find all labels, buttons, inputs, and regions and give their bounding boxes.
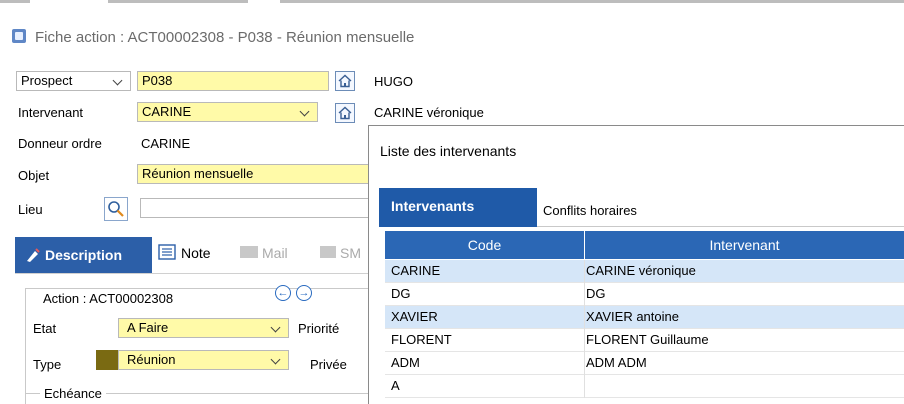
cell-intervenant: ADM ADM [586,355,647,370]
cell-intervenant: CARINE véronique [586,263,696,278]
tab-conflits-horaires[interactable]: Conflits horaires [543,203,637,218]
tab-note-label: Note [181,245,211,261]
prospect-name: HUGO [374,74,413,89]
cell-code: ADM [391,355,420,370]
cell-code: A [391,378,400,393]
echeance-label: Echéance [40,386,106,402]
tab-sms-label: SM [340,245,361,261]
objet-label: Objet [18,168,50,183]
prev-button[interactable]: ← [275,285,291,301]
table-row[interactable]: FLORENT FLORENT Guillaume [385,329,904,352]
donneur-ordre-label: Donneur ordre [18,136,102,151]
column-divider [584,352,585,375]
chevron-down-icon [270,322,282,334]
column-header-intervenant[interactable]: Intervenant [585,231,904,259]
strip-segment [0,0,30,3]
type-select-value: Réunion [127,352,176,367]
prospect-home-button[interactable] [335,71,355,91]
type-label: Type [33,357,62,372]
cell-code: DG [391,286,411,301]
objet-field[interactable]: Réunion mensuelle [137,164,369,184]
intervenant-select-value: CARINE [142,104,192,119]
action-group-title: Action : ACT00002308 [40,291,177,307]
window-title: Fiche action : ACT00002308 - P038 - Réun… [35,29,415,46]
tab-intervenants[interactable]: Intervenants [379,188,537,227]
type-color-swatch [96,350,118,370]
tab-mail-label: Mail [262,245,288,261]
next-button[interactable]: → [296,285,312,301]
cell-code: FLORENT [391,332,452,347]
dialog-title: Liste des intervenants [380,143,517,159]
etat-select-value: A Faire [127,320,169,335]
table-row[interactable]: CARINE CARINE véronique [385,260,904,283]
top-strip [0,0,904,6]
etat-label: Etat [33,321,57,336]
prospect-select[interactable]: Prospect [16,71,131,91]
chevron-down-icon [270,354,282,366]
intervenants-grid: Code Intervenant CARINE CARINE véronique D… [385,231,904,403]
note-icon [158,244,176,260]
cell-intervenant: FLORENT Guillaume [586,332,709,347]
arrow-right-icon: → [298,287,310,299]
intervenant-select[interactable]: CARINE [137,102,318,122]
privee-label: Privée [310,357,347,372]
column-header-code[interactable]: Code [385,231,585,259]
grid-header: Code Intervenant [385,231,904,259]
etat-select[interactable]: A Faire [118,318,289,338]
mail-icon [240,246,258,258]
cell-code: XAVIER [391,309,438,324]
lieu-label: Lieu [18,202,43,217]
cell-intervenant: DG [586,286,606,301]
arrow-left-icon: ← [277,287,289,299]
sms-icon [320,246,336,258]
home-icon [338,106,352,120]
tab-description-label: Description [45,247,123,263]
intervenant-home-button[interactable] [335,103,355,123]
type-select[interactable]: Réunion [118,350,289,370]
column-divider [584,375,585,398]
prospect-code-field[interactable]: P038 [137,71,329,91]
chevron-down-icon [112,75,124,87]
column-divider [584,306,585,329]
map-search-icon [108,201,124,217]
table-row[interactable]: ADM ADM ADM [385,352,904,375]
table-row[interactable]: XAVIER XAVIER antoine [385,306,904,329]
cell-intervenant: XAVIER antoine [586,309,679,324]
prospect-select-value: Prospect [21,73,73,88]
column-divider [584,283,585,306]
priorite-label: Priorité [298,321,340,336]
table-row[interactable]: DG DG [385,283,904,306]
strip-segment [108,0,248,3]
cell-code: CARINE [391,263,441,278]
donneur-ordre-value: CARINE [141,136,191,151]
column-divider [584,260,585,283]
column-divider [584,329,585,352]
chevron-down-icon [299,106,311,118]
app-icon [12,29,26,43]
lieu-search-button[interactable] [104,197,128,221]
intervenant-name: CARINE véronique [374,105,484,120]
intervenant-label: Intervenant [18,105,84,120]
strip-segment [280,0,904,3]
description-icon [27,248,40,262]
lieu-field[interactable] [140,198,369,218]
tab-description[interactable]: Description [15,237,152,273]
tab-intervenants-label: Intervenants [391,198,475,214]
table-row[interactable]: A [385,375,904,398]
home-icon [338,74,352,88]
